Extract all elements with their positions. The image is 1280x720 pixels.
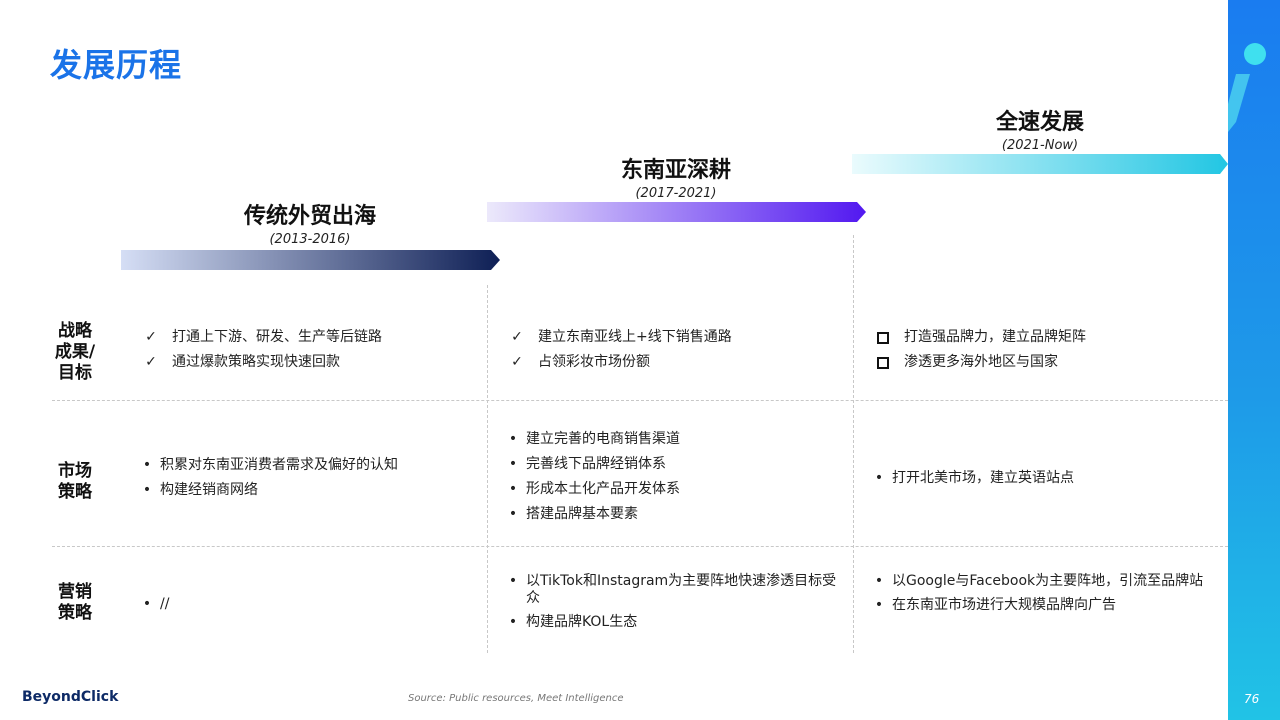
row-label-line: 策略 [58,482,92,502]
row-divider [52,546,1228,547]
marketing-cell-phase-2: • 以TikTok和Instagram为主要阵地快速渗透目标受众 • 构建品牌KOL… [504,573,844,637]
list-item: ✓ 建立东南亚线上+线下销售通路 [508,327,838,347]
list-item: • 以TikTok和Instagram为主要阵地快速渗透目标受众 [504,573,844,607]
row-label-line: 战略 [58,321,92,341]
phase-1-years: (2013-2016) [269,232,351,247]
strategy-cell-phase-2: ✓ 建立东南亚线上+线下销售通路 ✓ 占领彩妆市场份额 [508,327,838,377]
row-label-line: 成果/ [54,342,96,362]
phase-2-heading: 东南亚深耕 (2017-2021) [566,152,786,201]
phase-3-name: 全速发展 [995,110,1084,135]
list-item: ✓ 打通上下游、研发、生产等后链路 [142,327,472,347]
bullet-icon: • [142,482,152,498]
bullet-icon: • [142,596,152,612]
list-item: 打造强品牌力，建立品牌矩阵 [874,327,1214,347]
bullet-icon: • [508,431,518,447]
marketing-cell-phase-1: •// [138,594,478,619]
list-item: • 形成本土化产品开发体系 [504,479,844,499]
check-icon: ✓ [511,354,523,370]
page-title: 发展历程 [50,46,183,84]
list-item: • 构建经销商网络 [138,480,478,500]
brand-dot-icon [1244,43,1266,65]
page-number: 76 [1244,692,1260,706]
list-item: • 以Google与Facebook为主要阵地，引流至品牌站 [870,573,1215,590]
bullet-icon: • [142,457,152,473]
column-divider [487,285,488,653]
strategy-cell-phase-1: ✓ 打通上下游、研发、生产等后链路 ✓ 通过爆款策略实现快速回款 [142,327,472,377]
phase-3-years: (2021-Now) [1001,138,1079,153]
market-cell-phase-2: • 建立完善的电商销售渠道 • 完善线下品牌经销体系 • 形成本土化产品开发体系 • 搭… [504,429,844,529]
phase-2-arrow [487,202,866,222]
column-divider [853,235,854,653]
phase-2-name: 东南亚深耕 [620,158,731,183]
bullet-icon: • [874,470,884,486]
phase-1-name: 传统外贸出海 [243,204,376,229]
phase-3-arrow [852,154,1228,174]
market-cell-phase-3: • 打开北美市场，建立英语站点 [870,468,1210,493]
list-item: • 搭建品牌基本要素 [504,504,844,524]
list-item: • 打开北美市场，建立英语站点 [870,468,1210,488]
phase-2-years: (2017-2021) [635,186,717,201]
row-label-line: 目标 [58,363,92,383]
bullet-icon: • [508,506,518,522]
source-note: Source: Public resources, Meet Intellige… [408,693,624,704]
list-item: 渗透更多海外地区与国家 [874,352,1214,372]
market-cell-phase-1: • 积累对东南亚消费者需求及偏好的认知 • 构建经销商网络 [138,455,478,505]
list-item: ✓ 占领彩妆市场份额 [508,352,838,372]
bullet-icon: • [874,597,884,613]
brand-slash-icon [1228,74,1250,132]
row-label-strategy: 战略 成果/ 目标 [45,321,105,384]
check-icon: ✓ [145,329,157,345]
bullet-icon: • [508,573,518,589]
bullet-icon: • [508,614,518,630]
check-icon: ✓ [145,354,157,370]
row-divider [52,400,1228,401]
check-icon: ✓ [511,329,523,345]
row-label-marketing: 营销 策略 [45,582,105,624]
checkbox-icon [874,352,892,375]
list-item: • 建立完善的电商销售渠道 [504,429,844,449]
right-accent-bar [1228,0,1280,720]
brand-logo: BeyondClick [22,689,119,705]
row-label-line: 策略 [58,603,92,623]
list-item: • 积累对东南亚消费者需求及偏好的认知 [138,455,478,475]
bullet-icon: • [874,573,884,589]
list-item: • 构建品牌KOL生态 [504,612,844,632]
phase-1-arrow [121,250,500,270]
list-item: ✓ 通过爆款策略实现快速回款 [142,352,472,372]
bullet-icon: • [508,481,518,497]
bullet-icon: • [508,456,518,472]
list-item: •// [138,594,478,614]
marketing-cell-phase-3: • 以Google与Facebook为主要阵地，引流至品牌站 • 在东南亚市场进行大… [870,573,1215,620]
list-item: • 在东南亚市场进行大规模品牌向广告 [870,595,1215,615]
strategy-cell-phase-3: 打造强品牌力，建立品牌矩阵 渗透更多海外地区与国家 [874,327,1214,377]
row-label-line: 营销 [58,582,92,602]
phase-1-heading: 传统外贸出海 (2013-2016) [200,198,420,247]
row-label-market: 市场 策略 [45,461,105,503]
phase-3-heading: 全速发展 (2021-Now) [930,104,1150,153]
list-item: • 完善线下品牌经销体系 [504,454,844,474]
row-label-line: 市场 [58,461,92,481]
checkbox-icon [874,327,892,350]
